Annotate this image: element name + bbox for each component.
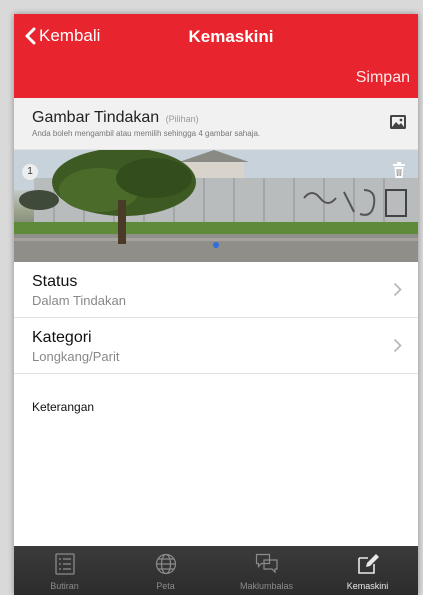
category-row[interactable]: Kategori Longkang/Parit — [14, 318, 418, 374]
navigation-bar: Kembali Kemaskini — [14, 14, 418, 62]
tab-peta[interactable]: Peta — [115, 546, 216, 595]
gallery-icon[interactable] — [389, 114, 407, 130]
tab-butiran-label: Butiran — [50, 581, 79, 591]
tab-butiran[interactable]: Butiran — [14, 546, 115, 595]
notes-label: Keterangan — [32, 400, 95, 414]
category-label: Kategori — [32, 329, 92, 346]
list-icon — [54, 553, 75, 575]
tab-maklumbalas[interactable]: Maklumbalas — [216, 546, 317, 595]
photo-count-badge: 1 — [22, 164, 38, 180]
status-label: Status — [32, 273, 78, 290]
tab-peta-label: Peta — [156, 581, 175, 591]
chevron-right-icon — [393, 282, 402, 297]
chat-bubbles-icon — [255, 553, 278, 574]
category-value: Longkang/Parit — [32, 349, 120, 364]
tab-kemaskini[interactable]: Kemaskini — [317, 546, 418, 595]
status-row[interactable]: Status Dalam Tindakan — [14, 262, 418, 318]
page-indicator-dot — [213, 242, 219, 248]
photo-optional-label: (Pilihan) — [165, 114, 199, 124]
tab-kemaskini-label: Kemaskini — [346, 581, 389, 591]
photo-section-title: Gambar Tindakan (Pilihan) — [32, 109, 199, 127]
notes-textarea[interactable] — [14, 390, 418, 560]
trash-icon[interactable] — [392, 162, 406, 179]
globe-icon — [155, 553, 176, 575]
edit-icon — [357, 554, 379, 574]
photo-carousel[interactable]: 1 — [14, 150, 418, 262]
photo-title-text: Gambar Tindakan — [32, 109, 160, 126]
status-value: Dalam Tindakan — [32, 293, 126, 308]
tab-maklumbalas-label: Maklumbalas — [239, 581, 294, 591]
save-button[interactable]: Simpan — [356, 69, 410, 87]
photo-section-header: Gambar Tindakan (Pilihan) Anda boleh men… — [14, 98, 418, 150]
action-bar: Simpan — [14, 62, 418, 98]
chevron-right-icon — [393, 338, 402, 353]
app-screen: Kembali Kemaskini Simpan Gambar Tindakan… — [14, 14, 418, 595]
photo-help-text: Anda boleh mengambil atau memilih sehing… — [32, 129, 261, 138]
page-title: Kemaskini — [188, 27, 274, 46]
tab-bar: Butiran Peta Maklumbalas Kemaskini — [14, 546, 418, 595]
